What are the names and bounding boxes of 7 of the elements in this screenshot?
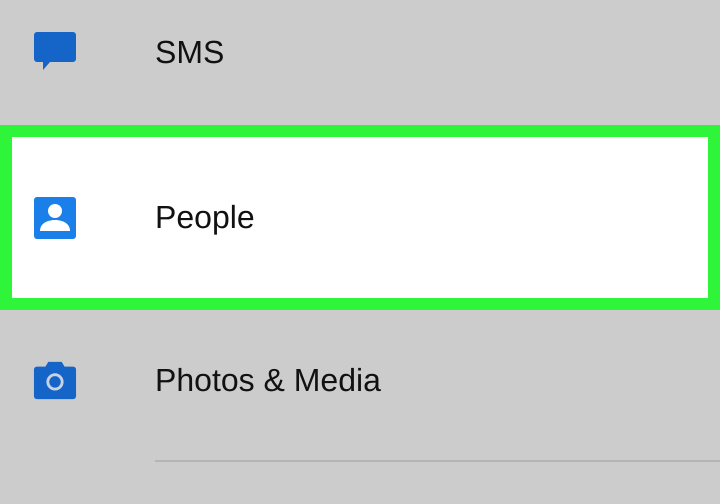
settings-item[interactable]: SMS: [0, 0, 720, 104]
item-label: Photos & Media: [155, 362, 381, 398]
item-label: People: [155, 199, 255, 236]
item-label: SMS: [155, 34, 224, 70]
settings-item[interactable]: Photos & Media: [0, 310, 720, 450]
settings-item-highlighted[interactable]: People: [0, 125, 720, 310]
contact-card-icon: [33, 196, 77, 240]
